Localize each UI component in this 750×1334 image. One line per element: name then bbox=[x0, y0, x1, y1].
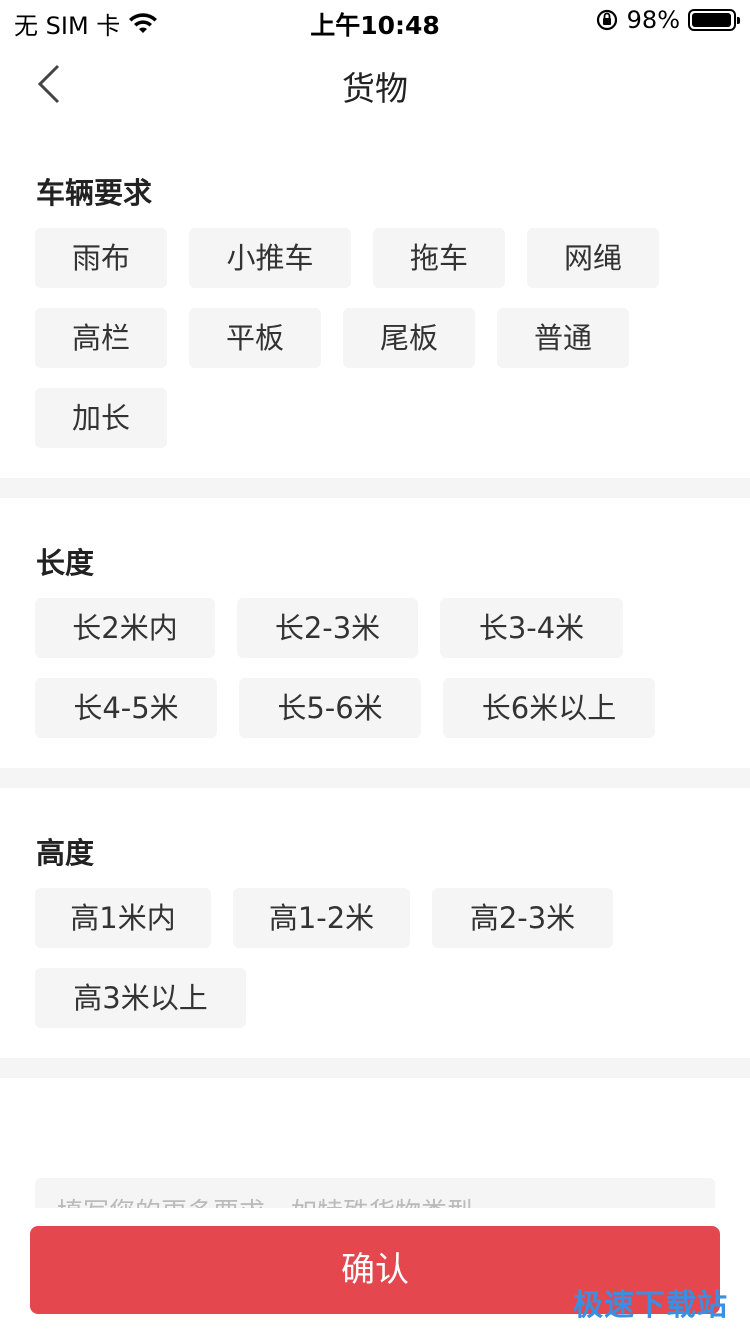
section-divider bbox=[0, 1058, 750, 1078]
tag-vehicle-net[interactable]: 网绳 bbox=[527, 228, 659, 288]
tag-vehicle-standard[interactable]: 普通 bbox=[497, 308, 629, 368]
tag-vehicle-high-rail[interactable]: 高栏 bbox=[35, 308, 167, 368]
tag-vehicle-extended[interactable]: 加长 bbox=[35, 388, 167, 448]
remark-input[interactable] bbox=[35, 1178, 715, 1208]
remark-field[interactable] bbox=[35, 1178, 715, 1208]
tag-height-over-3m[interactable]: 高3米以上 bbox=[35, 968, 246, 1028]
battery-percent: 98% bbox=[626, 6, 680, 34]
tag-vehicle-tailgate[interactable]: 尾板 bbox=[343, 308, 475, 368]
tag-length-4-5m[interactable]: 长4-5米 bbox=[35, 678, 217, 738]
tag-vehicle-tarp[interactable]: 雨布 bbox=[35, 228, 167, 288]
battery-fill bbox=[692, 13, 732, 27]
cargo-page: 无 SIM 卡 上午10:48 98% 货物 车辆要求 雨布 小推车 拖车 网绳… bbox=[0, 0, 750, 1334]
tag-length-under-2m[interactable]: 长2米内 bbox=[35, 598, 215, 658]
section-divider bbox=[0, 478, 750, 498]
page-title: 货物 bbox=[342, 69, 408, 108]
length-section-title: 长度 bbox=[36, 546, 95, 580]
vehicle-section-title: 车辆要求 bbox=[36, 176, 153, 210]
section-divider bbox=[0, 768, 750, 788]
tag-length-5-6m[interactable]: 长5-6米 bbox=[239, 678, 421, 738]
battery-icon bbox=[688, 9, 740, 31]
site-watermark: 极速下载站 bbox=[573, 1288, 728, 1323]
tag-height-under-1m[interactable]: 高1米内 bbox=[35, 888, 211, 948]
tag-vehicle-cart[interactable]: 小推车 bbox=[189, 228, 351, 288]
tag-length-3-4m[interactable]: 长3-4米 bbox=[440, 598, 623, 658]
tag-vehicle-trailer[interactable]: 拖车 bbox=[373, 228, 505, 288]
tag-length-2-3m[interactable]: 长2-3米 bbox=[237, 598, 418, 658]
tag-vehicle-flatbed[interactable]: 平板 bbox=[189, 308, 321, 368]
status-bar: 无 SIM 卡 上午10:48 98% bbox=[0, 0, 750, 40]
height-section-title: 高度 bbox=[36, 836, 95, 870]
tag-length-over-6m[interactable]: 长6米以上 bbox=[443, 678, 655, 738]
tag-height-1-2m[interactable]: 高1-2米 bbox=[233, 888, 410, 948]
nav-bar: 货物 bbox=[0, 40, 750, 128]
rotation-lock-icon bbox=[596, 9, 617, 31]
tag-height-2-3m[interactable]: 高2-3米 bbox=[432, 888, 613, 948]
